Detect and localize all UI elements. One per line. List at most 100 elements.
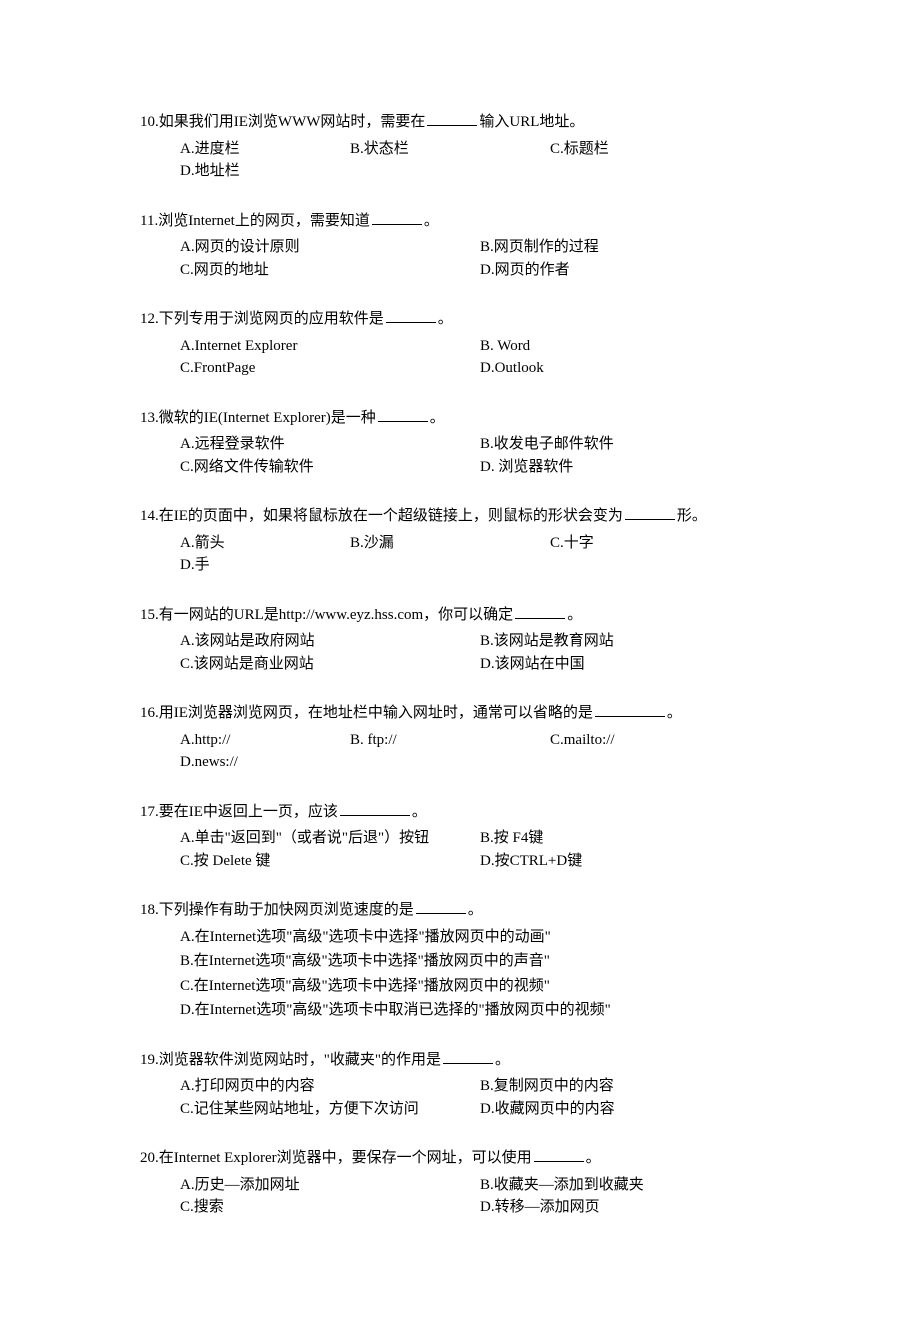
fill-blank <box>386 307 436 323</box>
option-d: D.news:// <box>180 751 300 774</box>
question-number: 19. <box>140 1052 159 1068</box>
option-b: B. ftp:// <box>350 729 550 752</box>
question-number: 14. <box>140 508 159 524</box>
question-number: 20. <box>140 1150 159 1166</box>
option-b: B.沙漏 <box>350 532 550 555</box>
fill-blank <box>515 603 565 619</box>
option-d: D.Outlook <box>480 357 544 380</box>
option-b: B.状态栏 <box>350 138 550 161</box>
question-text-pre: 要在IE中返回上一页，应该 <box>159 804 338 820</box>
question-text-post: 。 <box>586 1150 601 1166</box>
option-row: A.网页的设计原则B.网页制作的过程 <box>180 236 780 259</box>
option-row: A.该网站是政府网站B.该网站是教育网站 <box>180 630 780 653</box>
document-content: 10.如果我们用IE浏览WWW网站时，需要在输入URL地址。A.进度栏B.状态栏… <box>140 110 780 1219</box>
question-text: 14.在IE的页面中，如果将鼠标放在一个超级链接上，则鼠标的形状会变为形。 <box>140 504 780 528</box>
option-a: A.在Internet选项"高级"选项卡中选择"播放网页中的动画" <box>180 926 780 949</box>
fill-blank <box>427 110 477 126</box>
option-row: A.远程登录软件B.收发电子邮件软件 <box>180 433 780 456</box>
option-row: C.该网站是商业网站D.该网站在中国 <box>180 653 780 676</box>
options-2col: A.网页的设计原则B.网页制作的过程C.网页的地址D.网页的作者 <box>140 236 780 281</box>
fill-blank <box>340 800 410 816</box>
options-2col: A.单击"返回到"（或者说"后退"）按钮B.按 F4键C.按 Delete 键D… <box>140 827 780 872</box>
option-c: C.搜索 <box>180 1196 480 1219</box>
option-c: C.十字 <box>550 532 690 555</box>
question-text: 10.如果我们用IE浏览WWW网站时，需要在输入URL地址。 <box>140 110 780 134</box>
option-d: D.收藏网页中的内容 <box>480 1098 615 1121</box>
fill-blank <box>534 1146 584 1162</box>
question-text-pre: 浏览Internet上的网页，需要知道 <box>158 213 370 229</box>
option-d: D.地址栏 <box>180 160 300 183</box>
question-number: 18. <box>140 902 159 918</box>
question-text-post: 。 <box>468 902 483 918</box>
option-row: C.记住某些网站地址，方便下次访问D.收藏网页中的内容 <box>180 1098 780 1121</box>
question-text-post: 。 <box>412 804 427 820</box>
question-text-pre: 微软的IE(Internet Explorer)是一种 <box>159 410 376 426</box>
fill-blank <box>416 898 466 914</box>
question-14: 14.在IE的页面中，如果将鼠标放在一个超级链接上，则鼠标的形状会变为形。 A.箭… <box>140 504 780 577</box>
option-a: A.进度栏 <box>180 138 350 161</box>
option-a: A.历史—添加网址 <box>180 1174 480 1197</box>
option-c: C.该网站是商业网站 <box>180 653 480 676</box>
question-text-post: 形。 <box>677 508 707 524</box>
question-text-pre: 在Internet Explorer浏览器中，要保存一个网址，可以使用 <box>159 1150 532 1166</box>
question-text-pre: 用IE浏览器浏览网页，在地址栏中输入网址时，通常可以省略的是 <box>159 705 593 721</box>
question-text-pre: 如果我们用IE浏览WWW网站时，需要在 <box>159 114 426 130</box>
question-11: 11.浏览Internet上的网页，需要知道。 A.网页的设计原则B.网页制作的过… <box>140 209 780 282</box>
option-d: D.网页的作者 <box>480 259 570 282</box>
question-text: 15.有一网站的URL是http://www.eyz.hss.com，你可以确定… <box>140 603 780 627</box>
options-2col: A.该网站是政府网站B.该网站是教育网站C.该网站是商业网站D.该网站在中国 <box>140 630 780 675</box>
options-stack: A.在Internet选项"高级"选项卡中选择"播放网页中的动画"B.在Inte… <box>140 926 780 1022</box>
question-number: 13. <box>140 410 159 426</box>
question-text-pre: 下列专用于浏览网页的应用软件是 <box>159 311 384 327</box>
question-number: 15. <box>140 607 159 623</box>
question-12: 12.下列专用于浏览网页的应用软件是。 A.Internet ExplorerB.… <box>140 307 780 380</box>
question-15: 15.有一网站的URL是http://www.eyz.hss.com，你可以确定… <box>140 603 780 676</box>
options-row: A.进度栏B.状态栏C.标题栏D.地址栏 <box>140 138 780 183</box>
option-a: A.http:// <box>180 729 350 752</box>
fill-blank <box>595 701 665 717</box>
question-text-post: 。 <box>495 1052 510 1068</box>
option-c: C.网页的地址 <box>180 259 480 282</box>
option-c: C.FrontPage <box>180 357 480 380</box>
option-c: C.按 Delete 键 <box>180 850 480 873</box>
question-number: 12. <box>140 311 159 327</box>
question-text-pre: 浏览器软件浏览网站时，"收藏夹"的作用是 <box>159 1052 441 1068</box>
option-d: D.转移—添加网页 <box>480 1196 600 1219</box>
option-a: A.箭头 <box>180 532 350 555</box>
fill-blank <box>625 504 675 520</box>
question-text: 17.要在IE中返回上一页，应该。 <box>140 800 780 824</box>
option-c: C.网络文件传输软件 <box>180 456 480 479</box>
option-d: D.该网站在中国 <box>480 653 585 676</box>
options-2col: A.历史—添加网址B.收藏夹—添加到收藏夹C.搜索D.转移—添加网页 <box>140 1174 780 1219</box>
option-b: B.收藏夹—添加到收藏夹 <box>480 1174 644 1197</box>
option-c: C.记住某些网站地址，方便下次访问 <box>180 1098 480 1121</box>
question-text: 16.用IE浏览器浏览网页，在地址栏中输入网址时，通常可以省略的是。 <box>140 701 780 725</box>
question-text: 18.下列操作有助于加快网页浏览速度的是 。 <box>140 898 780 922</box>
question-text: 11.浏览Internet上的网页，需要知道。 <box>140 209 780 233</box>
option-c: C.mailto:// <box>550 729 690 752</box>
option-b: B. Word <box>480 335 530 358</box>
options-2col: A.打印网页中的内容B.复制网页中的内容C.记住某些网站地址，方便下次访问D.收… <box>140 1075 780 1120</box>
question-text: 12.下列专用于浏览网页的应用软件是。 <box>140 307 780 331</box>
question-text-pre: 下列操作有助于加快网页浏览速度的是 <box>159 902 414 918</box>
option-d: D.按CTRL+D键 <box>480 850 582 873</box>
option-a: A.网页的设计原则 <box>180 236 480 259</box>
question-text-post: 。 <box>567 607 582 623</box>
option-b: B.按 F4键 <box>480 827 543 850</box>
option-b: B.该网站是教育网站 <box>480 630 614 653</box>
option-b: B.在Internet选项"高级"选项卡中选择"播放网页中的声音" <box>180 950 780 973</box>
options-2col: A.Internet ExplorerB. WordC.FrontPageD.O… <box>140 335 780 380</box>
option-d: D. 浏览器软件 <box>480 456 573 479</box>
option-c: C.在Internet选项"高级"选项卡中选择"播放网页中的视频" <box>180 975 780 998</box>
option-row: A.单击"返回到"（或者说"后退"）按钮B.按 F4键 <box>180 827 780 850</box>
question-text-post: 输入URL地址。 <box>479 114 584 130</box>
option-d: D.手 <box>180 554 300 577</box>
question-text: 13.微软的IE(Internet Explorer)是一种。 <box>140 406 780 430</box>
fill-blank <box>372 209 422 225</box>
options-2col: A.远程登录软件B.收发电子邮件软件C.网络文件传输软件D. 浏览器软件 <box>140 433 780 478</box>
options-row: A.箭头B.沙漏C.十字 D.手 <box>140 532 780 577</box>
question-13: 13.微软的IE(Internet Explorer)是一种。 A.远程登录软件B… <box>140 406 780 479</box>
option-a: A.单击"返回到"（或者说"后退"）按钮 <box>180 827 480 850</box>
option-b: B.复制网页中的内容 <box>480 1075 614 1098</box>
option-a: A.该网站是政府网站 <box>180 630 480 653</box>
